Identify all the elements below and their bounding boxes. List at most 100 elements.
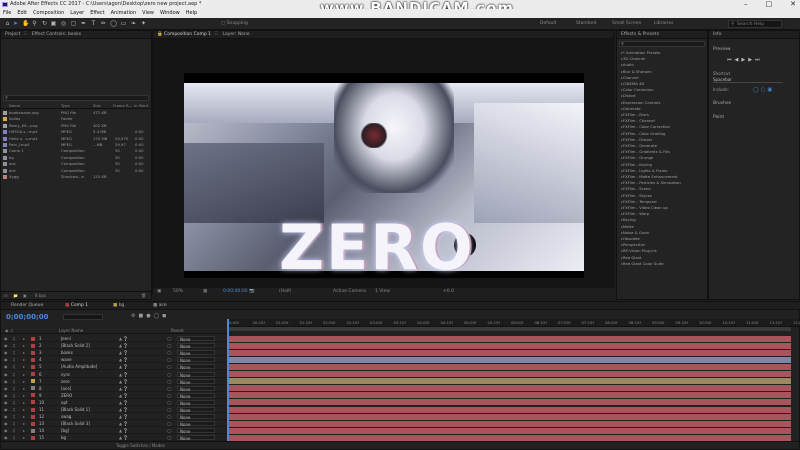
parent-dropdown[interactable]: None — [177, 378, 215, 385]
menu-layer[interactable]: Layer — [70, 9, 84, 18]
label-color-swatch[interactable] — [31, 357, 35, 362]
tab-composition[interactable]: Composition Comp 1 — [164, 32, 211, 37]
audio-icon[interactable]: ♫ — [12, 342, 16, 349]
tab-layer[interactable]: Layer: None — [223, 32, 250, 37]
snapshot-icon[interactable]: 📷 — [249, 288, 255, 296]
expand-arrow-icon[interactable]: ▸ — [23, 406, 25, 413]
layer-name[interactable]: [Black Solid 1] — [61, 406, 90, 413]
label-color-swatch[interactable] — [31, 428, 35, 433]
new-comp-icon[interactable]: ▣ — [23, 292, 27, 300]
visibility-icon[interactable]: ◉ — [4, 378, 8, 385]
parent-dropdown[interactable]: None — [177, 336, 215, 342]
visibility-icon[interactable]: ◉ — [4, 413, 8, 420]
layer-name[interactable]: books — [61, 349, 73, 356]
label-color-swatch[interactable] — [31, 421, 35, 426]
delete-icon[interactable]: 🗑 — [141, 292, 146, 300]
label-color-swatch[interactable] — [31, 372, 35, 376]
bit-depth-label[interactable]: 8 bpc — [35, 292, 46, 300]
workspace-default[interactable]: Default — [540, 20, 556, 27]
toggle-switches-modes[interactable]: Toggle Switches / Modes — [116, 443, 165, 448]
layer-name[interactable]: [Black Solid 3] — [61, 420, 90, 427]
visibility-icon[interactable]: ◉ — [4, 363, 8, 370]
parent-dropdown[interactable]: None — [177, 357, 215, 363]
switches-icon[interactable]: ▲ ❔ — [119, 406, 128, 413]
project-search-input[interactable]: ⚲ — [3, 95, 149, 101]
layer-row[interactable]: ◉ ♫ ▸ 2 [Black Solid 2] ▲ ❔ ◯ None — [1, 342, 227, 350]
label-color-swatch[interactable] — [31, 414, 35, 419]
layer-name[interactable]: [Black Solid 2] — [61, 342, 90, 349]
switches-icon[interactable]: ▲ ❔ — [119, 349, 128, 356]
visibility-icon[interactable]: ◉ — [4, 399, 8, 406]
layer-row[interactable]: ◉ ♫ ▸ 14 [bg] ▲ ❔ ◯ None — [1, 427, 227, 435]
puppet-tool-icon[interactable]: ✦ — [140, 20, 147, 27]
current-time-display[interactable]: 0;00;00;00 — [223, 288, 248, 296]
expand-arrow-icon[interactable]: ▸ — [23, 363, 25, 370]
audio-icon[interactable]: ♫ — [12, 356, 16, 363]
layer-row[interactable]: ◉ ♫ ▸ 6 sync ▲ ❔ ◯ None — [1, 371, 227, 378]
switches-icon[interactable]: ▲ ❔ — [119, 399, 128, 406]
last-frame-icon[interactable]: ⏭ — [755, 57, 763, 63]
parent-dropdown[interactable]: None — [177, 350, 215, 356]
lock-icon[interactable]: 🔒 — [157, 32, 163, 37]
parent-pickwhip-icon[interactable]: ◯ — [167, 335, 171, 342]
audio-icon[interactable]: ♫ — [12, 413, 16, 420]
layer-name[interactable]: swag — [61, 413, 71, 420]
parent-dropdown[interactable]: None — [177, 435, 215, 441]
parent-dropdown[interactable]: None — [177, 371, 215, 378]
parent-pickwhip-icon[interactable]: ◯ — [167, 342, 171, 349]
expand-arrow-icon[interactable]: ▸ — [23, 335, 25, 342]
menu-help[interactable]: Help — [186, 9, 197, 18]
audio-icon[interactable]: ♫ — [12, 371, 16, 378]
parent-pickwhip-icon[interactable]: ◯ — [167, 378, 171, 385]
parent-pickwhip-icon[interactable]: ◯ — [167, 399, 171, 406]
project-item[interactable]: ace Composition 30 0:00 — [1, 161, 144, 167]
expand-arrow-icon[interactable]: ▸ — [23, 413, 25, 420]
view-layout-dropdown[interactable]: 1 View — [375, 288, 390, 296]
visibility-icon[interactable]: ◉ — [4, 427, 8, 434]
col-frame-rate[interactable]: Frame R... — [113, 103, 132, 109]
layer-duration-bar[interactable] — [229, 349, 791, 356]
magnification-dropdown[interactable]: 50% — [173, 288, 183, 296]
col-size[interactable]: Size — [93, 103, 101, 109]
layer-name[interactable]: ZERO — [61, 392, 72, 399]
parent-pickwhip-icon[interactable]: ◯ — [167, 349, 171, 356]
selection-tool-icon[interactable]: ➤ — [12, 20, 19, 27]
layer-row[interactable]: ◉ ♫ ▸ 4 wave ▲ ❔ ◯ None — [1, 356, 227, 364]
project-item[interactable]: HSSOA.s...mp4 MPEG 5.4 MB 0:00 — [1, 129, 144, 135]
parent-dropdown[interactable]: None — [177, 385, 215, 392]
search-help-input[interactable]: ⚲ Search Help — [728, 20, 782, 28]
audio-icon[interactable]: ♫ — [12, 385, 16, 392]
layer-duration-bar[interactable] — [229, 399, 791, 406]
visibility-icon[interactable]: ◉ — [4, 392, 8, 399]
audio-icon[interactable]: ♫ — [12, 335, 16, 342]
rotate-tool-icon[interactable]: ↻ — [41, 20, 48, 27]
grid-icon[interactable]: ▦ — [203, 288, 207, 296]
parent-pickwhip-icon[interactable]: ◯ — [167, 420, 171, 427]
minimize-icon[interactable]: – — [744, 0, 748, 9]
parent-pickwhip-icon[interactable]: ◯ — [167, 413, 171, 420]
menu-view[interactable]: View — [142, 9, 154, 18]
snapping-checkbox[interactable]: ▢ Snapping — [221, 20, 248, 27]
expand-arrow-icon[interactable]: ▸ — [23, 371, 25, 378]
audio-icon[interactable]: ♫ — [12, 363, 16, 370]
include-toggles[interactable]: ◯▢▣ — [753, 87, 774, 93]
label-color-swatch[interactable] — [31, 393, 35, 398]
menu-effect[interactable]: Effect — [90, 9, 104, 18]
expand-arrow-icon[interactable]: ▸ — [23, 378, 25, 385]
switches-icon[interactable]: ▲ ❔ — [119, 363, 128, 370]
parent-pickwhip-icon[interactable]: ◯ — [167, 363, 171, 370]
parent-dropdown[interactable]: None — [177, 392, 215, 399]
switches-icon[interactable]: ▲ ❔ — [119, 371, 128, 378]
visibility-icon[interactable]: ◉ — [4, 335, 8, 342]
layer-duration-bar[interactable] — [229, 371, 791, 377]
layer-duration-bar[interactable] — [229, 342, 791, 349]
eraser-tool-icon[interactable]: ▭ — [120, 20, 127, 27]
label-color-swatch[interactable] — [31, 364, 35, 369]
layer-duration-bar[interactable] — [229, 434, 791, 441]
expand-arrow-icon[interactable]: ▸ — [23, 385, 25, 392]
rectangle-tool-icon[interactable]: ▢ — [70, 20, 77, 27]
audio-icon[interactable]: ♫ — [12, 420, 16, 427]
preview-panel-title[interactable]: Preview — [713, 47, 731, 52]
switches-icon[interactable]: ▲ ❔ — [119, 427, 128, 434]
label-color-swatch[interactable] — [31, 343, 35, 348]
